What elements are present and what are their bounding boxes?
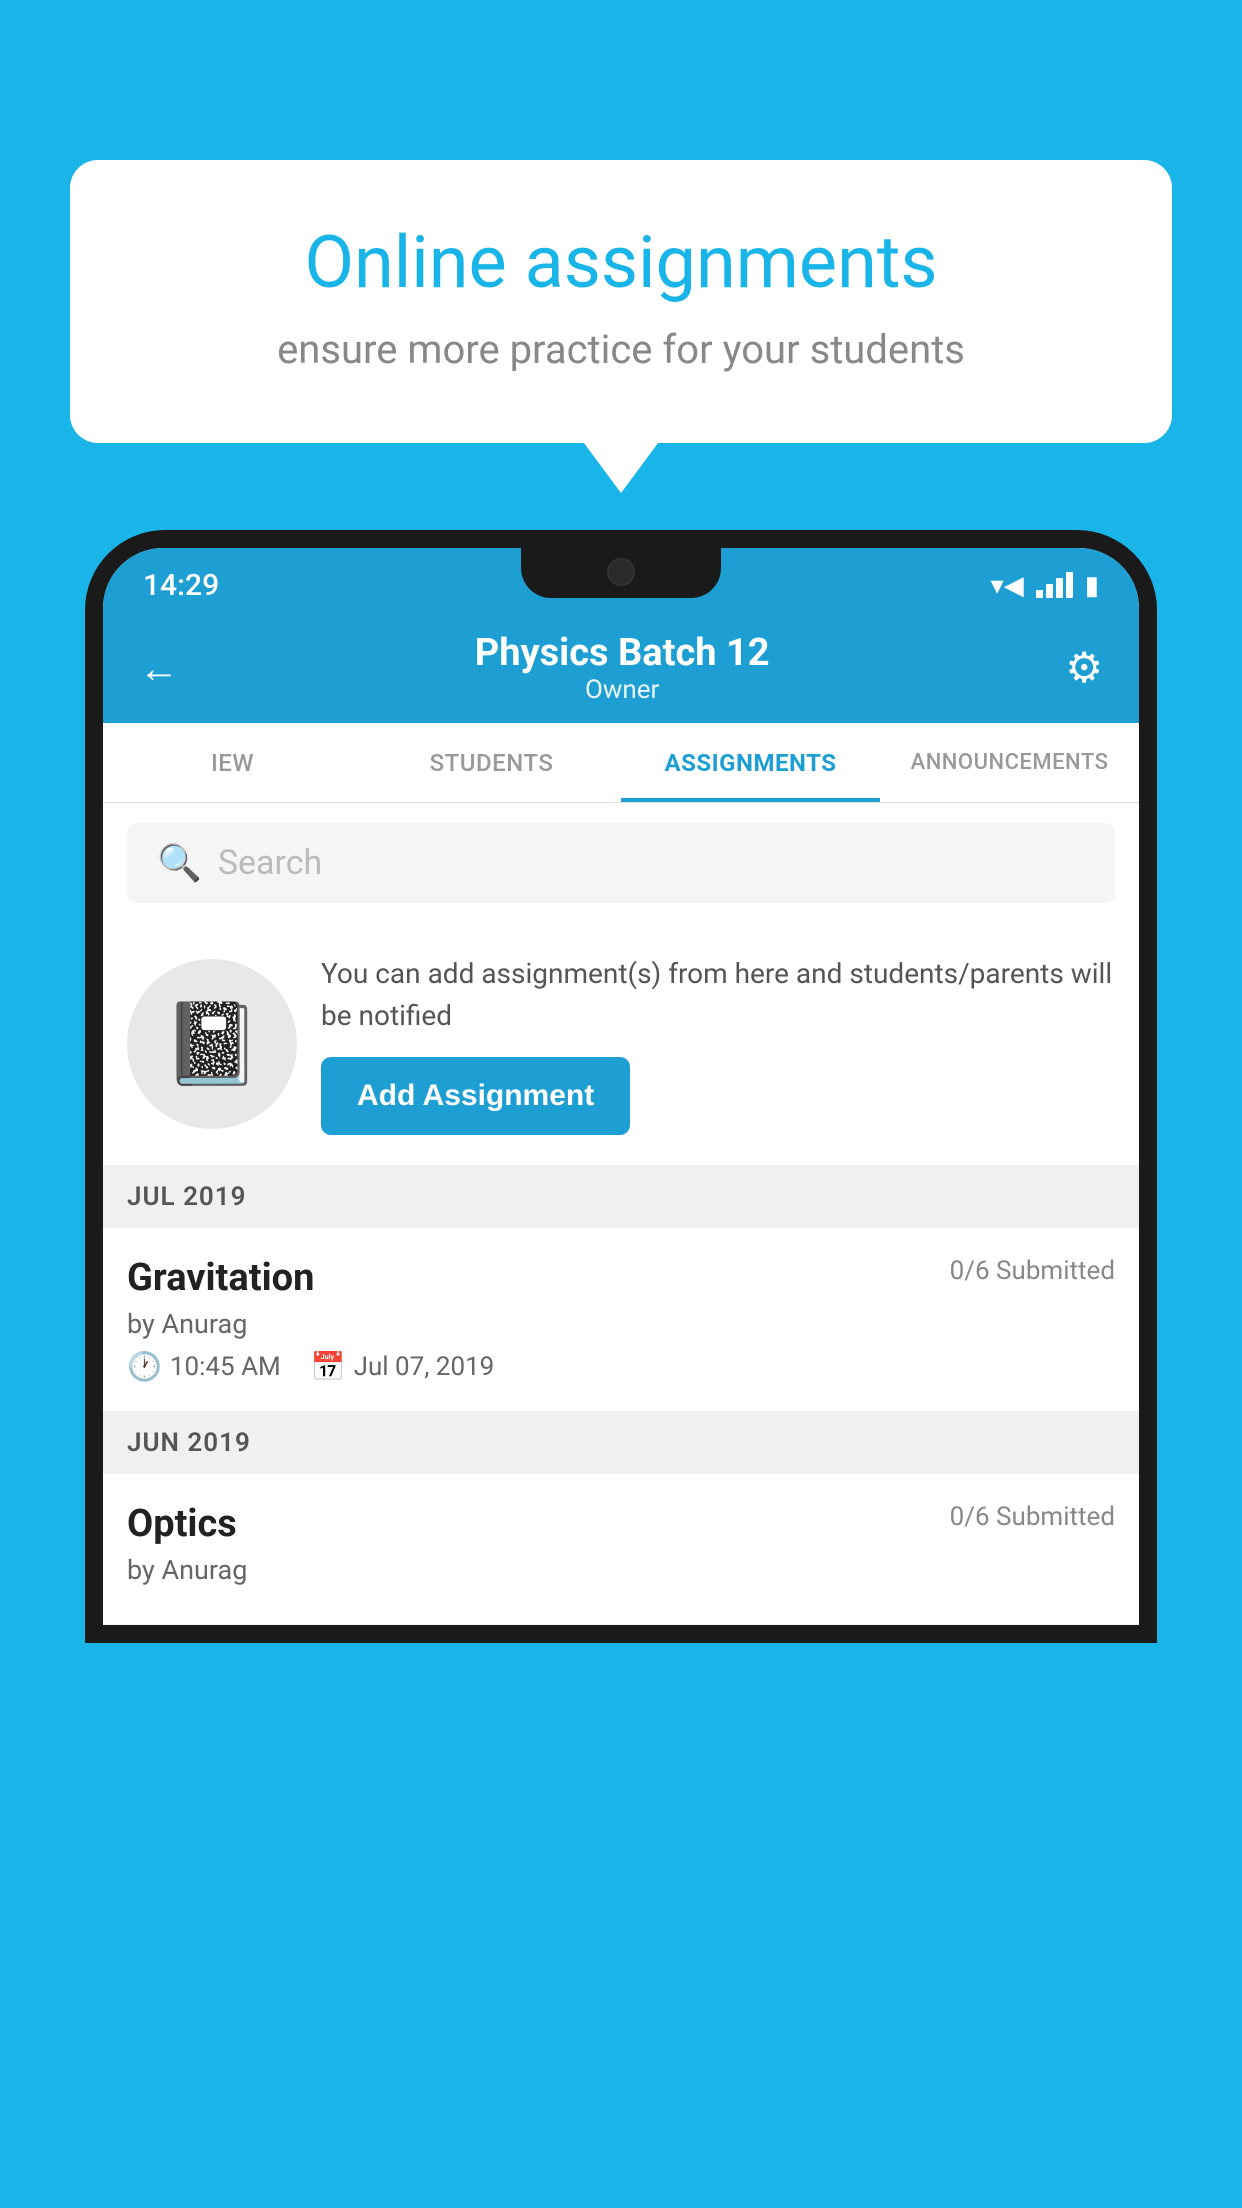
assignment-item-optics[interactable]: Optics 0/6 Submitted by Anurag (103, 1474, 1139, 1625)
promo-bubble: Online assignments ensure more practice … (70, 160, 1172, 443)
phone-device: 14:29 ▾◀ ▮ ← Physics Batch 12 (85, 530, 1157, 2208)
assignment-row1: Gravitation 0/6 Submitted (127, 1256, 1115, 1300)
clock-icon: 🕐 (127, 1350, 162, 1383)
header-title: Physics Batch 12 (475, 631, 770, 675)
header-subtitle: Owner (475, 675, 770, 705)
add-assignment-button[interactable]: Add Assignment (321, 1057, 630, 1135)
assignment-submitted-optics: 0/6 Submitted (950, 1502, 1115, 1532)
search-container: 🔍 Search (103, 803, 1139, 923)
settings-icon[interactable]: ⚙ (1065, 643, 1103, 693)
promo-section: 📓 You can add assignment(s) from here an… (103, 923, 1139, 1166)
phone-notch (521, 548, 721, 598)
camera-icon (607, 558, 635, 586)
wifi-icon: ▾◀ (991, 571, 1024, 601)
tab-iew[interactable]: IEW (103, 723, 362, 802)
phone-screen: 14:29 ▾◀ ▮ ← Physics Batch 12 (103, 548, 1139, 1625)
calendar-icon: 📅 (311, 1350, 346, 1383)
search-icon: 🔍 (157, 842, 202, 884)
bubble-subtitle: ensure more practice for your students (140, 326, 1102, 373)
assignment-item-gravitation[interactable]: Gravitation 0/6 Submitted by Anurag 🕐 10… (103, 1228, 1139, 1412)
promo-description: You can add assignment(s) from here and … (321, 953, 1115, 1037)
search-placeholder: Search (218, 843, 322, 883)
signal-icon (1036, 574, 1073, 598)
assignment-by-optics: by Anurag (127, 1554, 1115, 1586)
section-header-jun: JUN 2019 (103, 1412, 1139, 1474)
assignment-date: 📅 Jul 07, 2019 (311, 1350, 495, 1383)
notebook-icon: 📓 (162, 997, 262, 1091)
bubble-title: Online assignments (140, 220, 1102, 306)
tab-bar: IEW STUDENTS ASSIGNMENTS ANNOUNCEMENTS (103, 723, 1139, 803)
promo-icon-circle: 📓 (127, 959, 297, 1129)
promo-content: You can add assignment(s) from here and … (321, 953, 1115, 1135)
tab-students[interactable]: STUDENTS (362, 723, 621, 802)
assignment-by: by Anurag (127, 1308, 1115, 1340)
section-header-jul: JUL 2019 (103, 1166, 1139, 1228)
assignment-submitted: 0/6 Submitted (950, 1256, 1115, 1286)
assignment-time: 🕐 10:45 AM (127, 1350, 281, 1383)
assignment-name: Gravitation (127, 1256, 314, 1300)
app-header: ← Physics Batch 12 Owner ⚙ (103, 613, 1139, 723)
phone-outer: 14:29 ▾◀ ▮ ← Physics Batch 12 (85, 530, 1157, 1643)
assignment-meta: 🕐 10:45 AM 📅 Jul 07, 2019 (127, 1350, 1115, 1383)
status-time: 14:29 (143, 568, 219, 603)
tab-announcements[interactable]: ANNOUNCEMENTS (880, 723, 1139, 802)
tab-assignments[interactable]: ASSIGNMENTS (621, 723, 880, 802)
battery-icon: ▮ (1085, 571, 1099, 601)
search-bar[interactable]: 🔍 Search (127, 823, 1115, 903)
back-button[interactable]: ← (139, 645, 179, 692)
speech-bubble: Online assignments ensure more practice … (70, 160, 1172, 443)
status-icons: ▾◀ ▮ (991, 571, 1099, 601)
assignment-name-optics: Optics (127, 1502, 237, 1546)
header-center: Physics Batch 12 Owner (475, 631, 770, 705)
assignment-row1-optics: Optics 0/6 Submitted (127, 1502, 1115, 1546)
